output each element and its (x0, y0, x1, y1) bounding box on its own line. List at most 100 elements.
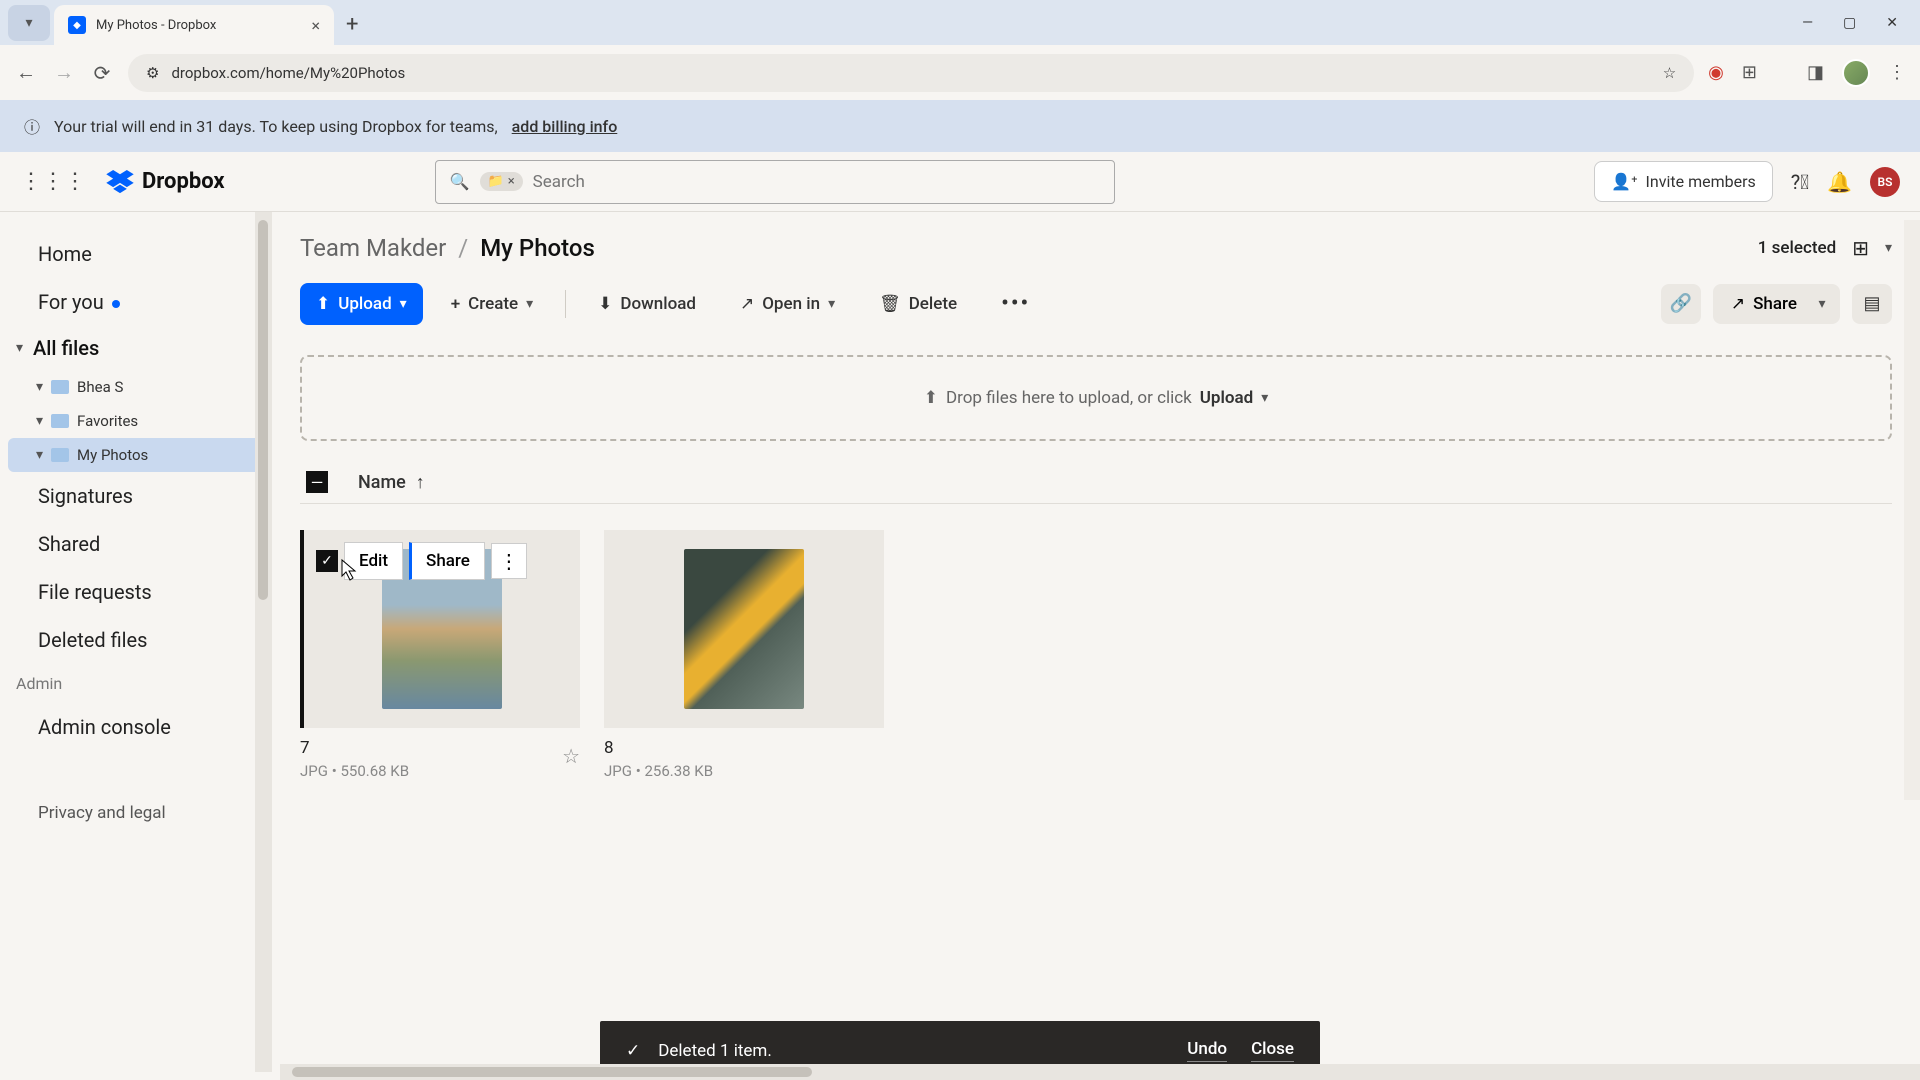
file-thumbnail[interactable]: ✓ Edit Share ⋮ (300, 530, 580, 728)
column-header-name[interactable]: Name ↑ (358, 472, 425, 493)
notifications-icon[interactable]: 🔔 (1827, 170, 1852, 194)
address-bar[interactable]: ⚙ dropbox.com/home/My%20Photos ☆ (128, 54, 1694, 92)
check-icon: ✓ (626, 1041, 640, 1061)
reload-icon[interactable]: ⟳ (90, 61, 114, 85)
chevron-down-icon: ▾ (526, 296, 533, 312)
file-name: 8 (604, 738, 713, 758)
more-actions-button[interactable]: ••• (985, 280, 1046, 327)
site-settings-icon[interactable]: ⚙ (146, 64, 159, 82)
create-button[interactable]: + Create ▾ (435, 283, 549, 325)
breadcrumb-parent[interactable]: Team Makder (300, 234, 446, 262)
trash-icon: 🗑 (879, 294, 901, 314)
extensions-icon[interactable]: ⊞ (1742, 62, 1757, 83)
download-button[interactable]: ⬇ Download (582, 283, 712, 325)
main-content: Team Makder / My Photos 1 selected ⊞ ▾ ⬆… (272, 212, 1920, 1072)
sidebar-item-home[interactable]: Home (0, 230, 271, 278)
file-meta: JPG • 550.68 KB (300, 762, 409, 780)
close-tab-icon[interactable]: × (311, 16, 320, 35)
sidebar-item-privacy[interactable]: Privacy and legal (0, 791, 271, 835)
close-toast-button[interactable]: Close (1251, 1039, 1294, 1062)
upload-icon: ⬆ (924, 388, 938, 408)
undo-button[interactable]: Undo (1187, 1039, 1227, 1062)
tab-search-button[interactable]: ▾ (8, 5, 50, 41)
back-icon[interactable]: ← (14, 60, 38, 85)
sidebar: Home For you ▾ All files ▾ Bhea S ▾ Favo… (0, 212, 272, 1072)
apps-grid-icon[interactable]: ⋮⋮⋮ (20, 169, 86, 194)
new-tab-button[interactable]: + (346, 12, 358, 37)
search-box[interactable]: 🔍 📁 × (435, 160, 1115, 204)
add-billing-link[interactable]: add billing info (512, 117, 618, 136)
sidebar-item-admin-console[interactable]: Admin console (0, 703, 271, 751)
invite-members-button[interactable]: 👤⁺ Invite members (1594, 161, 1773, 202)
folder-icon (51, 414, 69, 428)
thumbnail-image (684, 549, 804, 709)
file-checkbox[interactable]: ✓ (316, 550, 338, 572)
folder-label: My Photos (77, 446, 148, 464)
sidebar-item-file-requests[interactable]: File requests (0, 568, 271, 616)
sidebar-item-for-you[interactable]: For you (0, 278, 271, 326)
profile-avatar[interactable] (1842, 59, 1870, 87)
side-panel-icon[interactable]: ◨ (1807, 62, 1824, 83)
delete-label: Delete (909, 294, 957, 314)
folder-icon (51, 448, 69, 462)
sidebar-item-all-files[interactable]: ▾ All files (0, 326, 271, 370)
sidebar-item-deleted-files[interactable]: Deleted files (0, 616, 271, 664)
file-grid: ✓ Edit Share ⋮ 7 JPG • 550.68 KB ☆ (300, 530, 1892, 780)
chevron-down-icon: ▾ (1818, 296, 1825, 312)
dropbox-favicon: ◆ (68, 16, 86, 34)
file-card[interactable]: 8 JPG • 256.38 KB (604, 530, 884, 780)
dropzone-upload-link[interactable]: Upload (1200, 388, 1253, 408)
minimize-icon[interactable]: — (1802, 15, 1813, 31)
star-icon[interactable]: ☆ (562, 744, 580, 768)
panel-icon: ▤ (1863, 293, 1880, 314)
maximize-icon[interactable]: ▢ (1843, 15, 1856, 31)
open-in-button[interactable]: ↗ Open in ▾ (724, 283, 851, 325)
help-icon[interactable]: ?⃝ (1791, 170, 1809, 194)
plus-icon: + (451, 294, 460, 314)
upload-icon: ⬆ (316, 294, 330, 314)
file-thumbnail[interactable] (604, 530, 884, 728)
sidebar-folder-favorites[interactable]: ▾ Favorites (8, 404, 261, 438)
sidebar-folder-my-photos[interactable]: ▾ My Photos (8, 438, 261, 472)
file-more-button[interactable]: ⋮ (491, 543, 527, 579)
select-all-checkbox[interactable]: — (306, 471, 328, 493)
browser-menu-icon[interactable]: ⋮ (1888, 62, 1906, 83)
upload-button[interactable]: ⬆ Upload ▾ (300, 283, 423, 325)
all-files-label: All files (33, 336, 99, 360)
browser-toolbar: ← → ⟳ ⚙ dropbox.com/home/My%20Photos ☆ ◉… (0, 45, 1920, 100)
copy-link-button[interactable]: 🔗 (1661, 284, 1701, 324)
sidebar-item-shared[interactable]: Shared (0, 520, 271, 568)
folder-label: Bhea S (77, 378, 123, 396)
close-window-icon[interactable]: ✕ (1886, 15, 1898, 31)
search-input[interactable] (533, 172, 1100, 192)
chevron-down-icon: ▾ (36, 413, 43, 429)
share-button[interactable]: Share (409, 542, 485, 580)
bookmark-icon[interactable]: ☆ (1663, 64, 1676, 82)
toast-message: Deleted 1 item. (658, 1041, 772, 1061)
search-scope-chip[interactable]: 📁 × (480, 172, 523, 191)
sidebar-scrollbar[interactable] (255, 212, 271, 1072)
sidebar-folder-bhea[interactable]: ▾ Bhea S (8, 370, 261, 404)
account-avatar[interactable]: BS (1870, 167, 1900, 197)
banner-text: Your trial will end in 31 days. To keep … (54, 117, 498, 136)
sidebar-item-signatures[interactable]: Signatures (0, 472, 271, 520)
vertical-scrollbar[interactable] (1904, 220, 1920, 800)
delete-button[interactable]: 🗑 Delete (863, 283, 973, 325)
details-panel-button[interactable]: ▤ (1852, 284, 1892, 324)
extension-icon[interactable]: ◉ (1708, 62, 1724, 83)
chevron-down-icon: ▾ (36, 447, 43, 463)
chevron-down-icon: ▾ (828, 296, 835, 312)
external-link-icon: ↗ (740, 294, 754, 314)
view-grid-icon[interactable]: ⊞ (1852, 236, 1869, 260)
share-button[interactable]: ↗ Share (1713, 284, 1815, 324)
brand[interactable]: Dropbox (106, 169, 225, 194)
file-card[interactable]: ✓ Edit Share ⋮ 7 JPG • 550.68 KB ☆ (300, 530, 580, 780)
browser-tab[interactable]: ◆ My Photos - Dropbox × (54, 5, 334, 45)
upload-dropzone[interactable]: ⬆ Drop files here to upload, or click Up… (300, 355, 1892, 441)
view-options-chevron-icon[interactable]: ▾ (1885, 240, 1892, 256)
trial-banner: ⓘ Your trial will end in 31 days. To kee… (0, 100, 1920, 152)
share-dropdown-button[interactable]: ▾ (1804, 284, 1840, 324)
edit-button[interactable]: Edit (344, 542, 403, 580)
file-name: 7 (300, 738, 409, 758)
horizontal-scrollbar[interactable] (280, 1064, 1920, 1080)
